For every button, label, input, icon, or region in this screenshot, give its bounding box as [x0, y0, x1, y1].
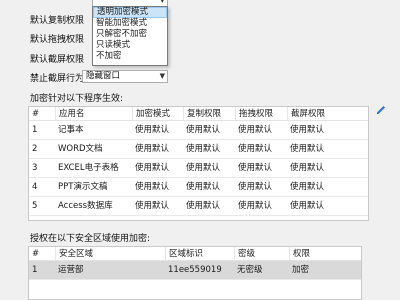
- col-zone[interactable]: 安全区域: [55, 247, 165, 260]
- zones-table-body: 1 运营部 11ee559019 无密级 加密: [29, 261, 361, 280]
- col-zone-id[interactable]: 区域标识: [165, 247, 234, 260]
- col-secrecy[interactable]: 密级: [234, 247, 289, 260]
- programs-section-title: 加密针对以下程序生效:: [30, 94, 124, 104]
- table-row[interactable]: 1 记事本 使用默认 使用默认 使用默认 使用默认: [29, 121, 368, 140]
- programs-table: # 应用名 加密模式 复制权限 拖拽权限 截屏权限 1 记事本 使用默认 使用默认 使用…: [28, 106, 369, 221]
- table-cell: 记事本: [58, 125, 84, 135]
- table-cell: 4: [32, 182, 38, 192]
- col-index[interactable]: #: [29, 107, 55, 120]
- table-cell: 使用默认: [238, 163, 273, 173]
- forbid-screenshot-label: 禁止截屏行为: [30, 74, 85, 84]
- table-cell: 5: [32, 201, 38, 211]
- table-cell: 无密级: [237, 265, 263, 275]
- table-cell: 使用默认: [290, 144, 325, 154]
- table-cell: 使用默认: [186, 182, 221, 192]
- zones-table-header: # 安全区域 区域标识 密级 权限: [29, 247, 361, 261]
- table-cell: PPT演示文稿: [58, 182, 108, 192]
- default-screenshot-permission-label: 默认截屏权限: [30, 55, 85, 65]
- forbid-screenshot-value: 隐藏窗口: [86, 71, 121, 81]
- zones-section-title: 授权在以下安全区域使用加密:: [30, 234, 151, 244]
- table-cell: 11ee559019: [168, 265, 222, 275]
- default-drag-permission-label: 默认拖拽权限: [30, 35, 85, 45]
- col-copy-permission[interactable]: 复制权限: [183, 107, 235, 120]
- pencil-icon[interactable]: [375, 104, 387, 116]
- table-cell: 使用默认: [186, 125, 221, 135]
- dropdown-option-none[interactable]: 不加密: [93, 51, 167, 62]
- table-cell: 使用默认: [135, 182, 170, 192]
- table-row[interactable]: 4 PPT演示文稿 使用默认 使用默认 使用默认 使用默认: [29, 178, 368, 197]
- table-cell: 使用默认: [238, 144, 273, 154]
- table-cell: 使用默认: [135, 144, 170, 154]
- col-drag-permission[interactable]: 拖拽权限: [235, 107, 287, 120]
- table-row[interactable]: 2 WORD文档 使用默认 使用默认 使用默认 使用默认: [29, 140, 368, 159]
- col-screenshot-permission[interactable]: 截屏权限: [287, 107, 368, 120]
- table-cell: 运营部: [58, 265, 84, 275]
- col-index[interactable]: #: [29, 247, 55, 260]
- table-row[interactable]: 1 运营部 11ee559019 无密级 加密: [29, 261, 361, 280]
- programs-table-body: 1 记事本 使用默认 使用默认 使用默认 使用默认 2 WORD文档 使用默认 使用默认 使用默认使…: [29, 121, 368, 216]
- programs-table-header: # 应用名 加密模式 复制权限 拖拽权限 截屏权限: [29, 107, 368, 121]
- table-cell: 使用默认: [238, 182, 273, 192]
- dropdown-option-transparent[interactable]: 透明加密模式: [93, 7, 167, 18]
- encryption-mode-dropdown: 透明加密模式 智能加密模式 只解密不加密 只读模式 不加密: [92, 6, 168, 66]
- table-cell: 2: [32, 144, 38, 154]
- dropdown-option-smart[interactable]: 智能加密模式: [93, 18, 167, 29]
- table-cell: 使用默认: [135, 125, 170, 135]
- table-cell: 使用默认: [290, 125, 325, 135]
- dropdown-option-decrypt-only[interactable]: 只解密不加密: [93, 29, 167, 40]
- table-row[interactable]: 3 EXCEL电子表格 使用默认 使用默认 使用默认 使用默认: [29, 159, 368, 178]
- table-cell: 1: [32, 265, 38, 275]
- table-cell: 加密: [292, 265, 310, 275]
- table-cell: 1: [32, 125, 38, 135]
- table-cell: 使用默认: [186, 163, 221, 173]
- table-cell: 使用默认: [186, 144, 221, 154]
- table-cell: EXCEL电子表格: [58, 163, 119, 173]
- col-app-name[interactable]: 应用名: [55, 107, 132, 120]
- table-cell: 使用默认: [186, 201, 221, 211]
- table-cell: Access数据库: [58, 201, 113, 211]
- table-cell: 3: [32, 163, 38, 173]
- dropdown-option-readonly[interactable]: 只读模式: [93, 40, 167, 51]
- table-cell: 使用默认: [135, 201, 170, 211]
- table-cell: 使用默认: [238, 125, 273, 135]
- table-cell: 使用默认: [290, 163, 325, 173]
- table-cell: 使用默认: [135, 163, 170, 173]
- zones-table: # 安全区域 区域标识 密级 权限 1 运营部 11ee559019 无密级 加密: [28, 246, 362, 300]
- col-encrypt-mode[interactable]: 加密模式: [132, 107, 183, 120]
- forbid-screenshot-select[interactable]: 隐藏窗口 ▼: [82, 70, 168, 83]
- table-cell: WORD文档: [58, 144, 103, 154]
- table-cell: 使用默认: [238, 201, 273, 211]
- table-cell: 使用默认: [290, 201, 325, 211]
- default-copy-permission-label: 默认复制权限: [30, 16, 85, 26]
- table-cell: 使用默认: [290, 182, 325, 192]
- table-row[interactable]: 5 Access数据库 使用默认 使用默认 使用默认 使用默认: [29, 197, 368, 216]
- chevron-down-icon: ▼: [159, 72, 165, 80]
- col-permission[interactable]: 权限: [289, 247, 361, 260]
